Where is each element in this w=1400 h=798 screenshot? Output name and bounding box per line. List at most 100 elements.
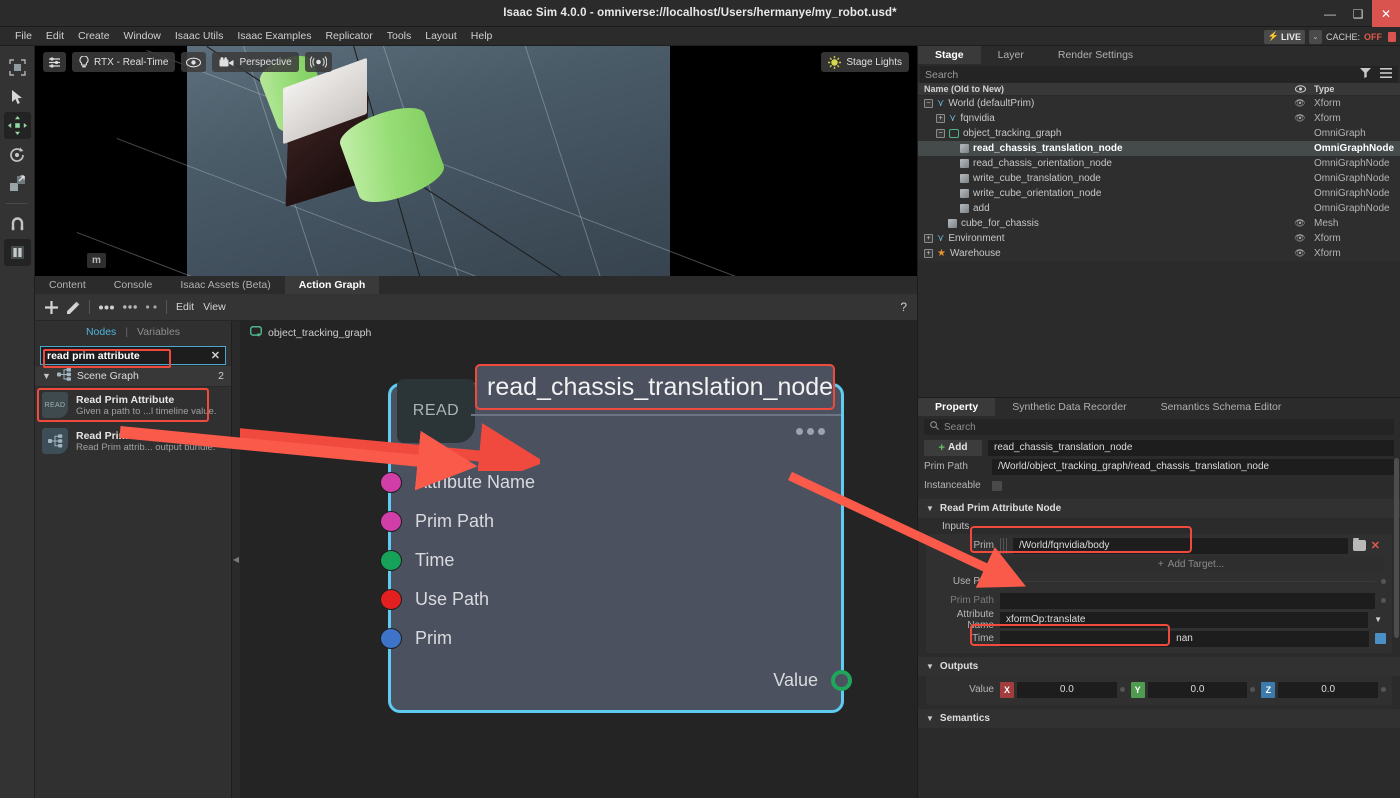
- expander-icon[interactable]: +: [924, 249, 933, 258]
- viewport[interactable]: RTX - Real-Time Perspective Stage Lights…: [35, 46, 917, 276]
- help-icon[interactable]: ?: [900, 300, 907, 314]
- section-semantics[interactable]: ▼ Semantics: [918, 709, 1400, 728]
- reset-dot-icon[interactable]: [1381, 598, 1386, 603]
- tab-synthetic-data-recorder[interactable]: Synthetic Data Recorder: [995, 398, 1143, 416]
- viewport-3d-scene[interactable]: [76, 46, 843, 276]
- more-options-3-icon[interactable]: [146, 305, 157, 309]
- node-search-input[interactable]: [47, 349, 197, 362]
- viewport-visibility-button[interactable]: [181, 52, 207, 72]
- node-input-time[interactable]: Time: [380, 550, 454, 571]
- table-row[interactable]: read_chassis_orientation_node OmniGraphN…: [918, 156, 1400, 171]
- node-input-prim[interactable]: Prim: [380, 628, 452, 649]
- reset-dot-icon[interactable]: [1381, 579, 1386, 584]
- add-node-icon[interactable]: [45, 300, 58, 314]
- viewport-settings-button[interactable]: [43, 52, 66, 72]
- visibility-icon[interactable]: 👁: [1286, 248, 1314, 259]
- property-scrollbar[interactable]: [1394, 458, 1399, 638]
- node-result-read-prim-attribute[interactable]: READ Read Prim Attribute Given a path to…: [35, 387, 231, 423]
- tab-isaac-assets[interactable]: Isaac Assets (Beta): [166, 276, 285, 294]
- stage-search-box[interactable]: Search: [920, 66, 1398, 83]
- rotate-tool-icon[interactable]: [4, 141, 31, 168]
- menu-isaac-examples[interactable]: Isaac Examples: [230, 27, 318, 46]
- reset-dot-icon[interactable]: [1381, 687, 1387, 692]
- render-mode-button[interactable]: RTX - Real-Time: [72, 52, 176, 72]
- table-row[interactable]: + ⋎ fqnvidia 👁 Xform: [918, 111, 1400, 126]
- table-row[interactable]: − object_tracking_graph OmniGraph: [918, 126, 1400, 141]
- prim-name-field[interactable]: read_chassis_translation_node: [988, 439, 1394, 456]
- visibility-icon[interactable]: 👁: [1286, 113, 1314, 124]
- edit-pencil-icon[interactable]: [67, 301, 80, 314]
- tab-render-settings[interactable]: Render Settings: [1041, 46, 1150, 64]
- cache-icon[interactable]: [1388, 31, 1396, 42]
- minimize-button[interactable]: —: [1316, 0, 1344, 27]
- node-input-attribute-name[interactable]: Attribute Name: [380, 472, 535, 493]
- node-search-box[interactable]: ✕: [40, 346, 226, 368]
- expander-icon[interactable]: −: [936, 129, 945, 138]
- scale-tool-icon[interactable]: [4, 170, 31, 197]
- graph-splitter[interactable]: ◀: [232, 321, 240, 798]
- menu-file[interactable]: File: [8, 27, 39, 46]
- viewport-audio-button[interactable]: [304, 52, 332, 72]
- attribute-name-field[interactable]: xformOp:translate: [1000, 611, 1369, 628]
- close-button[interactable]: ✕: [1372, 0, 1400, 27]
- hamburger-icon[interactable]: [1380, 68, 1392, 81]
- node-title[interactable]: read_chassis_translation_node: [475, 364, 835, 410]
- menu-edit[interactable]: Edit: [39, 27, 71, 46]
- visibility-icon[interactable]: 👁: [1286, 233, 1314, 244]
- tab-layer[interactable]: Layer: [981, 46, 1041, 64]
- tab-variables[interactable]: Variables: [137, 326, 180, 338]
- drag-handle[interactable]: [1000, 537, 1008, 554]
- reset-dot-icon[interactable]: [1119, 687, 1125, 692]
- expander-icon[interactable]: +: [936, 114, 945, 123]
- graph-menu-view[interactable]: View: [203, 301, 226, 313]
- tab-property[interactable]: Property: [918, 398, 996, 416]
- use-path-checkbox[interactable]: [1000, 576, 1010, 587]
- tab-content[interactable]: Content: [35, 276, 100, 294]
- time-indicator[interactable]: [1375, 633, 1386, 644]
- property-search-box[interactable]: Search: [924, 419, 1394, 435]
- folder-icon[interactable]: [1352, 538, 1366, 551]
- tab-console[interactable]: Console: [99, 276, 167, 294]
- cursor-tool-icon[interactable]: [4, 83, 31, 110]
- snap-tool-icon[interactable]: [4, 210, 31, 237]
- node-group-scene-graph[interactable]: ▼ Scene Graph 2: [35, 365, 231, 387]
- tab-nodes[interactable]: Nodes: [86, 326, 116, 338]
- prim-path-input-field[interactable]: [1000, 592, 1375, 609]
- prim-target-field[interactable]: /World/fqnvidia/body: [1013, 537, 1348, 554]
- menu-help[interactable]: Help: [464, 27, 500, 46]
- tab-semantics-schema-editor[interactable]: Semantics Schema Editor: [1144, 398, 1299, 416]
- prim-path-field[interactable]: /World/object_tracking_graph/read_chassi…: [992, 458, 1394, 475]
- node-input-prim-path[interactable]: Prim Path: [380, 511, 494, 532]
- value-z-field[interactable]: 0.0: [1278, 681, 1379, 698]
- visibility-icon[interactable]: 👁: [1286, 218, 1314, 229]
- node-output-value[interactable]: Value: [773, 670, 852, 691]
- table-row[interactable]: − ⋎ World (defaultPrim) 👁 Xform: [918, 96, 1400, 111]
- table-row[interactable]: cube_for_chassis 👁 Mesh: [918, 216, 1400, 231]
- menu-tools[interactable]: Tools: [380, 27, 419, 46]
- section-read-prim-attribute-node[interactable]: ▼ Read Prim Attribute Node: [918, 499, 1400, 518]
- table-row[interactable]: + ★ Warehouse 👁 Xform: [918, 246, 1400, 261]
- graph-node-read-chassis-translation[interactable]: READ read_chassis_translation_node Attri…: [380, 364, 852, 713]
- select-bounds-tool-icon[interactable]: [4, 54, 31, 81]
- time-field[interactable]: nan: [1000, 630, 1369, 647]
- instanceable-checkbox[interactable]: [992, 480, 1002, 491]
- value-x-field[interactable]: 0.0: [1017, 681, 1117, 698]
- menu-layout[interactable]: Layout: [418, 27, 464, 46]
- visibility-icon[interactable]: 👁: [1286, 98, 1314, 109]
- table-row[interactable]: + ⋎ Environment 👁 Xform: [918, 231, 1400, 246]
- clear-target-icon[interactable]: ✕: [1371, 539, 1380, 552]
- graph-canvas[interactable]: object_tracking_graph READ read_chassis_…: [240, 321, 917, 798]
- more-options-1-icon[interactable]: [99, 305, 114, 310]
- node-result-read-prim-attributes[interactable]: Read Prim Attributes Read Prim attrib...…: [35, 423, 231, 459]
- value-y-field[interactable]: 0.0: [1147, 681, 1248, 698]
- node-input-use-path[interactable]: Use Path: [380, 589, 489, 610]
- graph-menu-edit[interactable]: Edit: [176, 301, 194, 313]
- camera-button[interactable]: Perspective: [212, 52, 299, 72]
- maximize-button[interactable]: ❑: [1344, 0, 1372, 27]
- move-tool-icon[interactable]: [3, 112, 31, 139]
- table-row[interactable]: write_cube_translation_node OmniGraphNod…: [918, 171, 1400, 186]
- section-outputs[interactable]: ▼ Outputs: [918, 657, 1400, 676]
- tab-action-graph[interactable]: Action Graph: [284, 276, 380, 294]
- tab-stage[interactable]: Stage: [918, 46, 981, 64]
- table-row[interactable]: read_chassis_translation_node OmniGraphN…: [918, 141, 1400, 156]
